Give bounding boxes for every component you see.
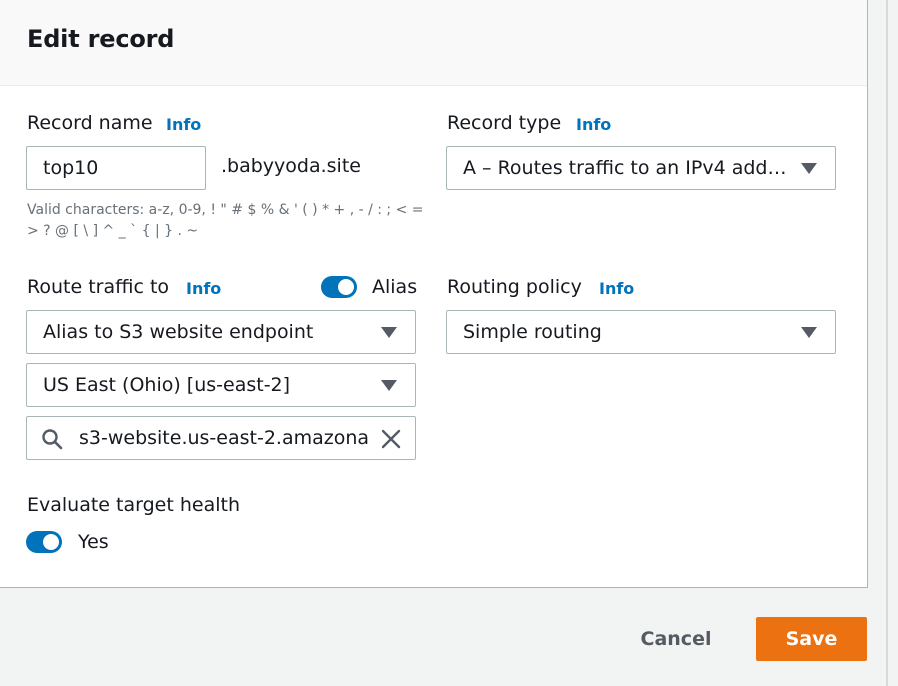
caret-down-icon xyxy=(801,327,817,338)
route-traffic-info-link[interactable]: Info xyxy=(186,279,221,298)
domain-suffix: .babyyoda.site xyxy=(221,155,361,177)
endpoint-type-selected-value: Alias to S3 website endpoint xyxy=(43,321,314,343)
record-type-label: Record type xyxy=(447,112,562,134)
routing-policy-label: Routing policy xyxy=(447,276,582,298)
edit-record-panel: Edit record Record name Info top10 .baby… xyxy=(0,0,868,588)
record-name-input[interactable]: top10 xyxy=(26,146,206,190)
caret-down-icon xyxy=(381,327,397,338)
endpoint-search-value: s3-website.us-east-2.amazonaws.com xyxy=(79,427,369,449)
record-type-select[interactable]: A – Routes traffic to an IPv4 address an… xyxy=(446,146,836,190)
evaluate-health-yes-label: Yes xyxy=(78,531,109,553)
endpoint-search-input[interactable]: s3-website.us-east-2.amazonaws.com xyxy=(26,416,416,460)
record-type-selected-value: A – Routes traffic to an IPv4 address an… xyxy=(463,157,836,179)
toggle-knob xyxy=(43,534,59,550)
alias-toggle[interactable] xyxy=(321,276,357,298)
region-selected-value: US East (Ohio) [us-east-2] xyxy=(43,374,291,396)
panel-header: Edit record xyxy=(0,0,867,86)
route-traffic-label: Route traffic to xyxy=(27,276,170,298)
toggle-knob xyxy=(338,279,354,295)
record-name-label: Record name xyxy=(27,112,153,134)
cancel-button[interactable]: Cancel xyxy=(626,617,726,661)
routing-policy-select[interactable]: Simple routing xyxy=(446,310,836,354)
caret-down-icon xyxy=(381,380,397,391)
alias-label: Alias xyxy=(372,276,418,298)
endpoint-type-select[interactable]: Alias to S3 website endpoint xyxy=(26,310,416,354)
region-select[interactable]: US East (Ohio) [us-east-2] xyxy=(26,363,416,407)
panel-title: Edit record xyxy=(27,25,175,53)
evaluate-health-toggle[interactable] xyxy=(26,531,62,553)
evaluate-health-label: Evaluate target health xyxy=(27,494,240,516)
divider xyxy=(886,0,888,686)
routing-policy-info-link[interactable]: Info xyxy=(599,279,634,298)
routing-policy-selected-value: Simple routing xyxy=(463,321,602,343)
save-button[interactable]: Save xyxy=(756,617,867,661)
record-name-hint: Valid characters: a-z, 0-9, ! " # $ % & … xyxy=(27,202,424,239)
close-icon[interactable] xyxy=(381,429,401,449)
search-icon xyxy=(42,429,63,450)
caret-down-icon xyxy=(801,163,817,174)
edit-record-page: Edit record Record name Info top10 .baby… xyxy=(0,0,898,686)
scrollbar-track xyxy=(868,0,898,686)
record-name-info-link[interactable]: Info xyxy=(166,115,201,134)
record-type-info-link[interactable]: Info xyxy=(576,115,611,134)
